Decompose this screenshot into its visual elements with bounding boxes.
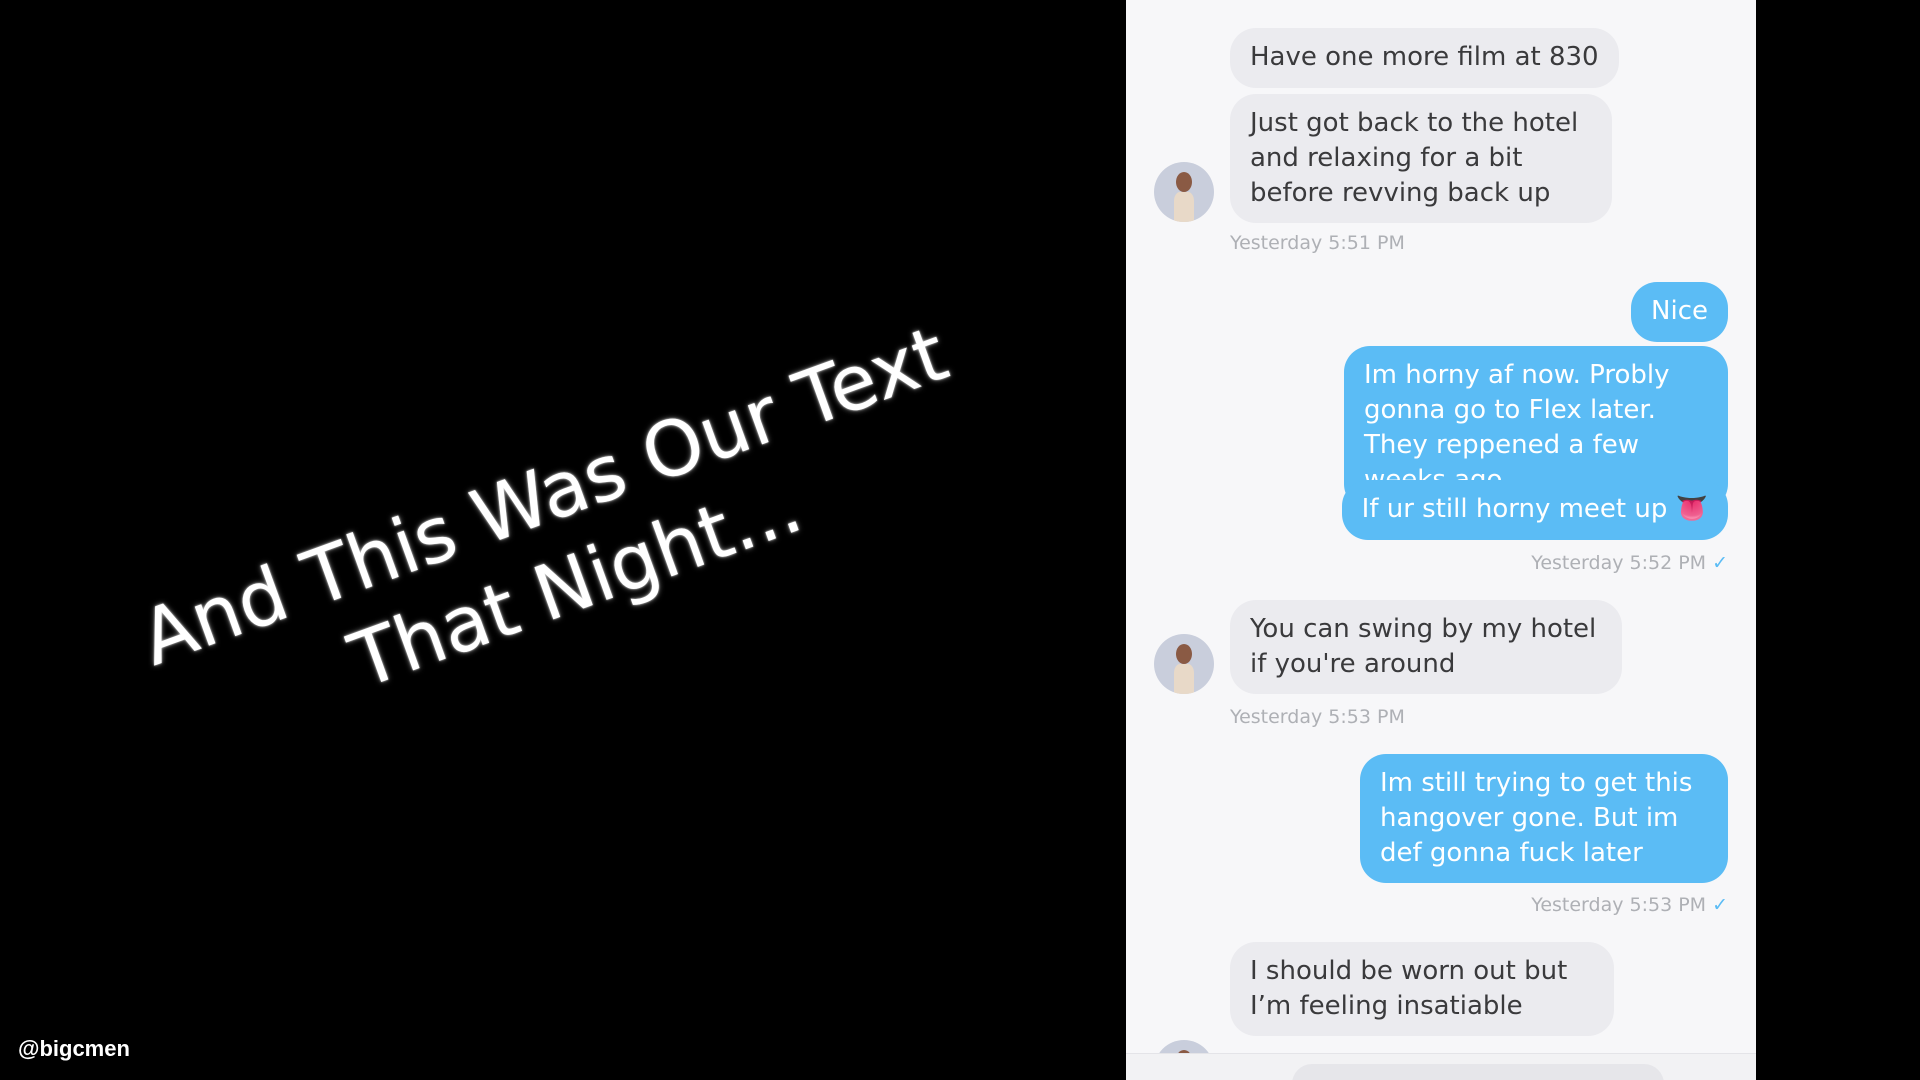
incoming-message: I should be worn out but I’m feeling ins… [1230,942,1614,1036]
outgoing-message: Im still trying to get this hangover gon… [1360,754,1728,883]
message-composer [1126,1053,1756,1080]
message-bubble: If ur still horny meet up 👅 [1341,480,1728,540]
message-bubble: Just got back to the hotel and relaxing … [1230,94,1612,223]
message-bubble: Have one more film at 830 [1230,28,1619,88]
outgoing-message: Nice [1631,282,1728,342]
read-check-icon: ✓ [1712,552,1728,574]
read-check-icon: ✓ [1712,894,1728,916]
incoming-message: Have one more film at 830 [1230,28,1619,88]
contact-avatar[interactable] [1154,162,1214,222]
outgoing-message: If ur still horny meet up 👅 [1341,480,1728,540]
message-input[interactable] [1292,1064,1664,1080]
watermark-handle: @bigcmen [18,1036,130,1061]
message-bubble: You can swing by my hotel if you're arou… [1230,600,1622,694]
incoming-message: Just got back to the hotel and relaxing … [1230,94,1612,223]
message-bubble: Im still trying to get this hangover gon… [1360,754,1728,883]
message-timestamp: Yesterday 5:53 PM ✓ [1531,894,1728,916]
incoming-message: You can swing by my hotel if you're arou… [1230,600,1622,694]
message-bubble: I should be worn out but I’m feeling ins… [1230,942,1614,1036]
message-timestamp: Yesterday 5:52 PM ✓ [1531,552,1728,574]
message-timestamp: Yesterday 5:51 PM [1230,232,1405,254]
message-bubble: Nice [1631,282,1728,342]
message-timestamp: Yesterday 5:53 PM [1230,706,1405,728]
slide-caption: And This Was Our Text That Night... [129,308,991,773]
contact-avatar[interactable] [1154,634,1214,694]
chat-screenshot: Have one more film at 830 Just got back … [1126,0,1756,1080]
